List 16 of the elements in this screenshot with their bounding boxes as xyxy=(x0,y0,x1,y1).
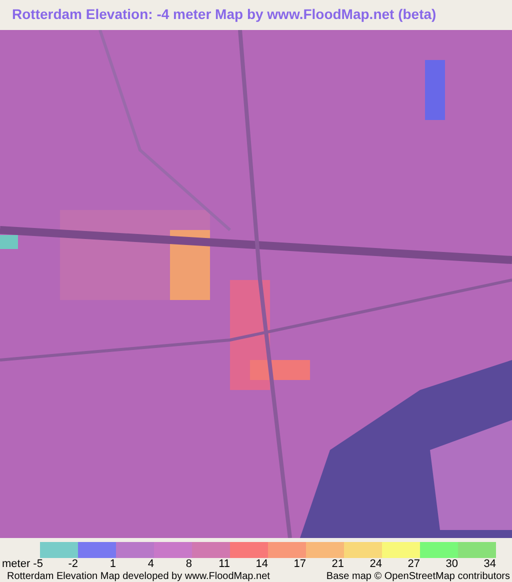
legend-label: 1 xyxy=(108,558,116,571)
legend-label: 14 xyxy=(254,558,268,571)
legend-label: 21 xyxy=(330,558,344,571)
map-title: Rotterdam Elevation: -4 meter Map by www.FloodMap.net (beta) xyxy=(11,5,438,24)
legend-label: 34 xyxy=(482,558,496,571)
legend-label: -2 xyxy=(67,558,78,571)
legend-label: 17 xyxy=(292,558,306,571)
legend-label: 24 xyxy=(368,558,382,571)
attribution-text: Base map © OpenStreetMap contributors xyxy=(326,571,510,582)
legend-label: meter -5 xyxy=(1,558,44,571)
credit-text: Rotterdam Elevation Map developed by www.FloodMap.net xyxy=(7,571,270,582)
legend-label: 11 xyxy=(218,558,230,571)
legend-label: 8 xyxy=(184,558,192,571)
legend-label: 27 xyxy=(406,558,420,571)
legend-label: 30 xyxy=(444,558,458,571)
legend-label: 4 xyxy=(146,558,154,571)
